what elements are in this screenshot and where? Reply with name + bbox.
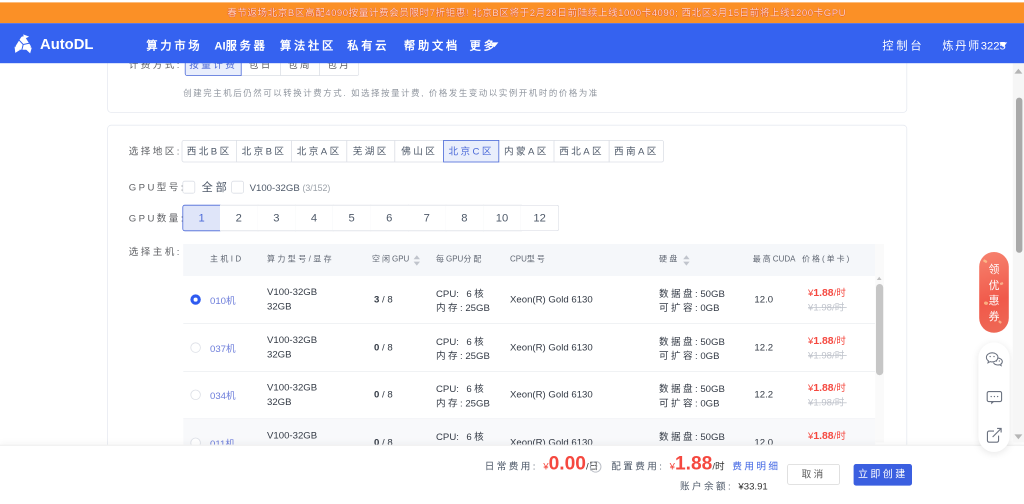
svg-text:?: ? <box>594 462 598 471</box>
